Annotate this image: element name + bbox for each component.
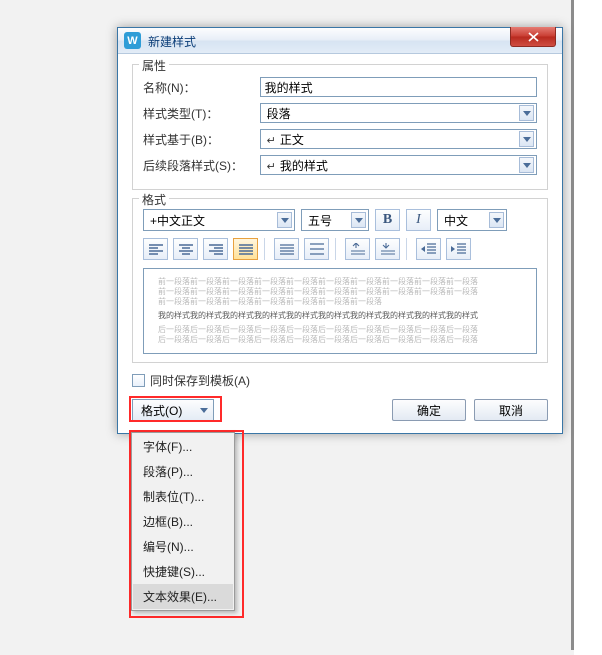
increase-indent-icon: [451, 243, 466, 255]
dialog-title: 新建样式: [148, 33, 196, 50]
font-size-value: 五号: [308, 212, 332, 229]
close-icon: [528, 32, 539, 42]
align-justify-button[interactable]: [233, 238, 258, 260]
style-type-label: 样式类型(T)：: [143, 105, 260, 122]
style-type-value: 段落: [267, 105, 291, 122]
toolbar-separator: [406, 238, 410, 260]
language-combo[interactable]: 中文: [437, 209, 507, 231]
name-label: 名称(N)：: [143, 79, 260, 96]
toolbar-separator: [264, 238, 268, 260]
increase-indent-button[interactable]: [446, 238, 471, 260]
format-popup-menu: 字体(F)... 段落(P)... 制表位(T)... 边框(B)... 编号(…: [131, 432, 235, 611]
align-center-icon: [179, 244, 193, 255]
following-style-value: ↵我的样式: [267, 157, 328, 174]
line-spacing-tight-icon: [280, 243, 294, 255]
app-icon: W: [124, 32, 141, 49]
based-on-value: ↵正文: [267, 131, 304, 148]
line-spacing-tight-button[interactable]: [274, 238, 299, 260]
align-right-icon: [209, 244, 223, 255]
based-on-label: 样式基于(B)：: [143, 131, 260, 148]
increase-para-spacing-button[interactable]: [345, 238, 370, 260]
align-right-button[interactable]: [203, 238, 228, 260]
menu-item-text-effect[interactable]: 文本效果(E)...: [133, 584, 233, 609]
preview-line: 前一段落前一段落前一段落前一段落前一段落前一段落前一段落: [158, 297, 522, 307]
italic-button[interactable]: I: [406, 209, 431, 231]
dropdown-arrow-icon: [351, 212, 366, 228]
close-button[interactable]: [510, 27, 556, 47]
preview-line: 后一段落后一段落后一段落后一段落后一段落后一段落后一段落后一段落后一段落后一段落: [158, 325, 522, 335]
decrease-para-spacing-button[interactable]: [375, 238, 400, 260]
font-size-combo[interactable]: 五号: [301, 209, 369, 231]
checkbox-box-icon: [132, 374, 145, 387]
dropdown-arrow-icon: [519, 157, 534, 173]
font-value: +中文正文: [150, 212, 205, 229]
align-left-icon: [149, 244, 163, 255]
menu-item-border[interactable]: 边框(B)...: [133, 509, 233, 534]
dropdown-arrow-icon: [489, 212, 504, 228]
cancel-label: 取消: [499, 402, 523, 419]
preview-current-line: 我的样式我的样式我的样式我的样式我的样式我的样式我的样式我的样式我的样式我的样式: [158, 311, 522, 321]
font-combo[interactable]: +中文正文: [143, 209, 295, 231]
menu-item-font[interactable]: 字体(F)...: [133, 434, 233, 459]
dropdown-arrow-icon: [200, 408, 208, 413]
titlebar[interactable]: W 新建样式: [118, 28, 562, 54]
preview-line: 前一段落前一段落前一段落前一段落前一段落前一段落前一段落前一段落前一段落前一段落: [158, 277, 522, 287]
dropdown-arrow-icon: [519, 105, 534, 121]
format-group: 格式 +中文正文 五号 B I 中文: [132, 198, 548, 363]
dropdown-arrow-icon: [277, 212, 292, 228]
name-input[interactable]: [260, 77, 537, 97]
cancel-button[interactable]: 取消: [474, 399, 548, 421]
bold-button[interactable]: B: [375, 209, 400, 231]
new-style-dialog: W 新建样式 属性 名称(N)： 样式类型(T)： 段落 样式基于(B)：: [117, 27, 563, 434]
properties-group: 属性 名称(N)： 样式类型(T)： 段落 样式基于(B)： ↵正文: [132, 64, 548, 190]
ok-label: 确定: [417, 402, 441, 419]
decrease-para-spacing-icon: [381, 243, 395, 256]
menu-item-tabs[interactable]: 制表位(T)...: [133, 484, 233, 509]
align-left-button[interactable]: [143, 238, 168, 260]
save-to-template-label: 同时保存到模板(A): [150, 372, 250, 389]
following-style-label: 后续段落样式(S)：: [143, 157, 260, 174]
following-style-combo[interactable]: ↵我的样式: [260, 155, 537, 175]
dropdown-arrow-icon: [519, 131, 534, 147]
preview-pane: 前一段落前一段落前一段落前一段落前一段落前一段落前一段落前一段落前一段落前一段落…: [143, 268, 537, 354]
align-center-button[interactable]: [173, 238, 198, 260]
language-value: 中文: [444, 212, 468, 229]
format-legend: 格式: [139, 191, 169, 208]
align-justify-icon: [239, 244, 253, 255]
decrease-indent-button[interactable]: [416, 238, 441, 260]
line-spacing-loose-icon: [310, 243, 324, 255]
increase-para-spacing-icon: [351, 243, 365, 256]
save-to-template-checkbox[interactable]: 同时保存到模板(A): [132, 372, 548, 389]
style-type-combo[interactable]: 段落: [260, 103, 537, 123]
menu-item-shortcut[interactable]: 快捷键(S)...: [133, 559, 233, 584]
format-menu-label: 格式(O): [141, 402, 182, 419]
line-spacing-loose-button[interactable]: [304, 238, 329, 260]
menu-item-numbering[interactable]: 编号(N)...: [133, 534, 233, 559]
decrease-indent-icon: [421, 243, 436, 255]
based-on-combo[interactable]: ↵正文: [260, 129, 537, 149]
preview-line: 前一段落前一段落前一段落前一段落前一段落前一段落前一段落前一段落前一段落前一段落: [158, 287, 522, 297]
menu-item-paragraph[interactable]: 段落(P)...: [133, 459, 233, 484]
preview-line: 后一段落后一段落后一段落后一段落后一段落后一段落后一段落后一段落后一段落后一段落: [158, 335, 522, 345]
properties-legend: 属性: [139, 57, 169, 74]
ok-button[interactable]: 确定: [392, 399, 466, 421]
format-menu-button[interactable]: 格式(O): [132, 399, 214, 421]
toolbar-separator: [335, 238, 339, 260]
paper-edge: [571, 0, 574, 650]
